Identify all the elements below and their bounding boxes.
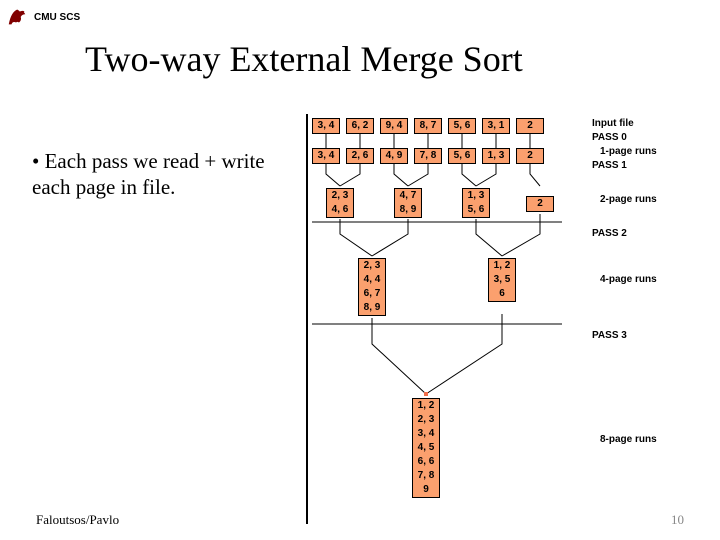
page-cell: 4, 7 bbox=[395, 189, 421, 203]
header: CMU SCS bbox=[6, 6, 80, 28]
page-cell: 1, 2 bbox=[489, 259, 515, 273]
page-cell: 1, 2 bbox=[413, 399, 439, 413]
page-cell: 5, 6 bbox=[463, 203, 489, 217]
slide-bullet: • Each pass we read + write each page in… bbox=[32, 148, 302, 201]
run-2page-a: 2, 34, 6 bbox=[326, 188, 354, 218]
page-cell: 3, 4 bbox=[413, 427, 439, 441]
label-2page-runs: 2-page runs bbox=[600, 194, 657, 205]
page-cell: 4, 4 bbox=[359, 273, 385, 287]
page-cell: 6, 6 bbox=[413, 455, 439, 469]
left-separator bbox=[306, 114, 308, 524]
run-4page-a: 2, 3 4, 4 6, 7 8, 9 bbox=[358, 258, 386, 316]
page-cell: 1, 3 bbox=[463, 189, 489, 203]
page-cell: 8, 9 bbox=[359, 301, 385, 315]
page-cell: 6, 7 bbox=[359, 287, 385, 301]
label-1page-runs: 1-page runs bbox=[600, 146, 657, 157]
andrew-mascot-icon bbox=[6, 6, 28, 28]
page-cell: 9, 4 bbox=[380, 118, 408, 134]
page-cell: 2 bbox=[516, 118, 544, 134]
merge-tick-icon bbox=[424, 392, 428, 396]
run-2page-c: 1, 35, 6 bbox=[462, 188, 490, 218]
run-2page-b: 4, 78, 9 bbox=[394, 188, 422, 218]
page-cell: 3, 5 bbox=[489, 273, 515, 287]
page-cell: 2 bbox=[527, 197, 553, 211]
row-pass0: 3, 4 2, 6 4, 9 7, 8 5, 6 1, 3 2 bbox=[312, 148, 544, 164]
label-4page-runs: 4-page runs bbox=[600, 274, 657, 285]
page-cell: 5, 6 bbox=[448, 148, 476, 164]
connector-lines bbox=[312, 114, 712, 524]
label-input-file: Input file bbox=[592, 118, 634, 129]
page-cell: 7, 8 bbox=[413, 469, 439, 483]
merge-diagram: 3, 4 6, 2 9, 4 8, 7 5, 6 3, 1 2 3, 4 2, … bbox=[312, 114, 712, 524]
label-pass2: PASS 2 bbox=[592, 228, 627, 239]
label-pass3: PASS 3 bbox=[592, 330, 627, 341]
page-cell: 1, 3 bbox=[482, 148, 510, 164]
page-cell: 4, 5 bbox=[413, 441, 439, 455]
page-cell: 5, 6 bbox=[448, 118, 476, 134]
run-4page-b: 1, 2 3, 5 6 bbox=[488, 258, 516, 302]
page-cell: 9 bbox=[413, 483, 439, 497]
page-cell: 6 bbox=[489, 287, 515, 301]
run-2page-d: 2 bbox=[526, 196, 554, 212]
page-cell: 7, 8 bbox=[414, 148, 442, 164]
page-cell: 3, 4 bbox=[312, 148, 340, 164]
label-pass1: PASS 1 bbox=[592, 160, 627, 171]
page-cell: 2, 3 bbox=[413, 413, 439, 427]
page-cell: 8, 9 bbox=[395, 203, 421, 217]
page-cell: 8, 7 bbox=[414, 118, 442, 134]
page-cell: 2, 3 bbox=[359, 259, 385, 273]
page-cell: 6, 2 bbox=[346, 118, 374, 134]
page-cell: 3, 4 bbox=[312, 118, 340, 134]
page-cell: 4, 6 bbox=[327, 203, 353, 217]
page-cell: 4, 9 bbox=[380, 148, 408, 164]
slide-title: Two-way External Merge Sort bbox=[85, 38, 523, 80]
page-cell: 2, 3 bbox=[327, 189, 353, 203]
footer-authors: Faloutsos/Pavlo bbox=[36, 512, 119, 528]
page-cell: 2 bbox=[516, 148, 544, 164]
label-pass0: PASS 0 bbox=[592, 132, 627, 143]
page-number: 10 bbox=[671, 512, 684, 528]
run-8page: 1, 2 2, 3 3, 4 4, 5 6, 6 7, 8 9 bbox=[412, 398, 440, 498]
label-8page-runs: 8-page runs bbox=[600, 434, 657, 445]
page-cell: 2, 6 bbox=[346, 148, 374, 164]
course-code: CMU SCS bbox=[34, 12, 80, 23]
page-cell: 3, 1 bbox=[482, 118, 510, 134]
row-input: 3, 4 6, 2 9, 4 8, 7 5, 6 3, 1 2 bbox=[312, 118, 544, 134]
